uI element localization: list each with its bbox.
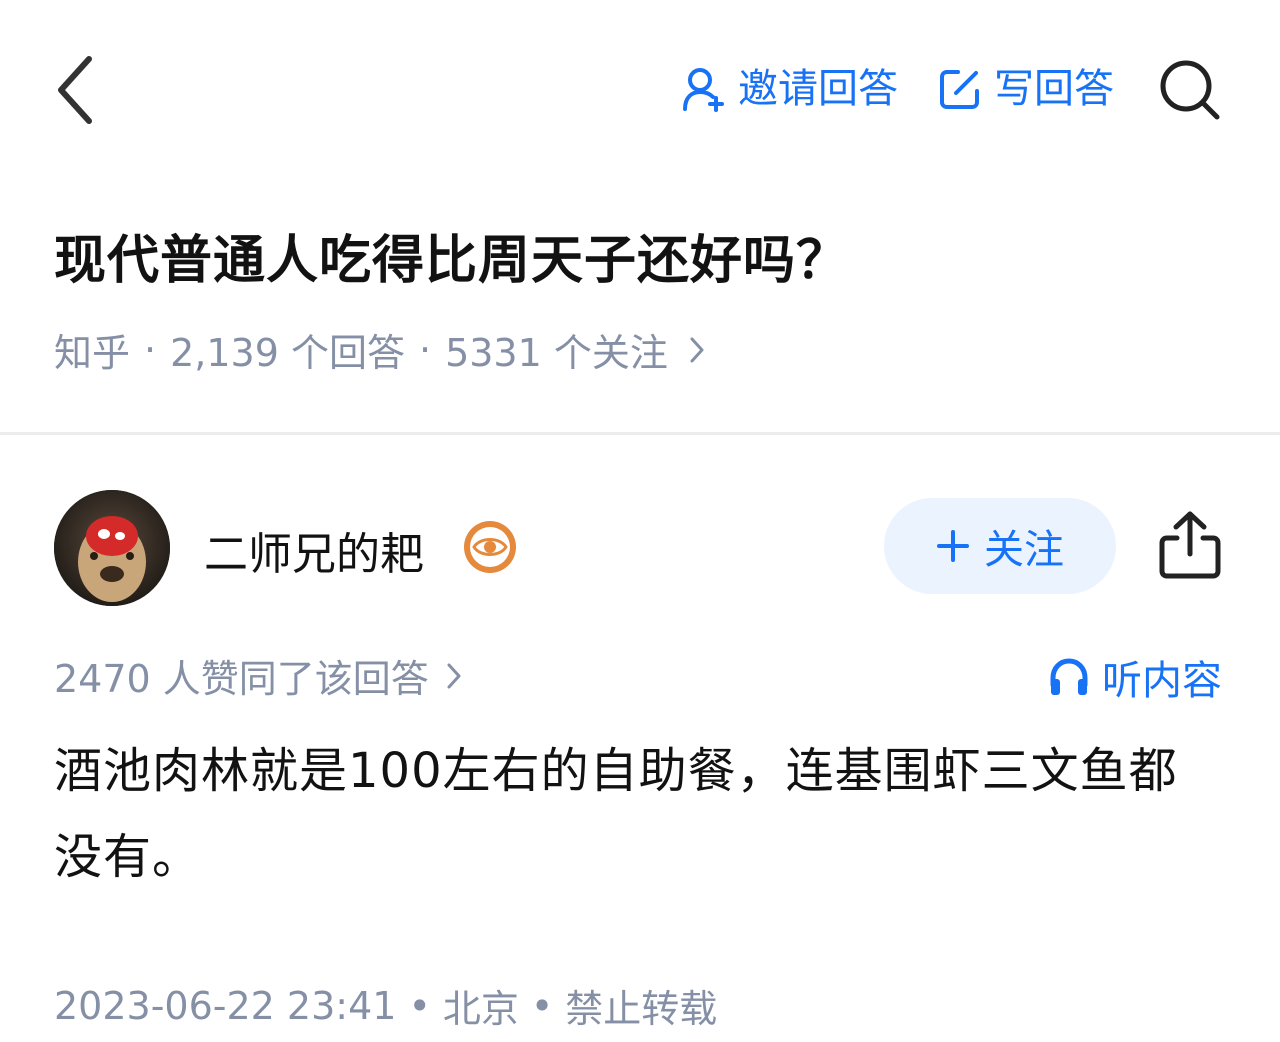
search-button[interactable] [1155, 55, 1225, 125]
follow-label: 关注 [984, 527, 1064, 573]
section-divider [0, 432, 1280, 435]
write-answer-label: 写回答 [994, 66, 1114, 112]
listen-button[interactable]: 听内容 [1048, 648, 1222, 706]
invite-answer-label: 邀请回答 [738, 66, 898, 112]
copyright-notice: 禁止转载 [565, 987, 718, 1031]
separator-dot: • [408, 983, 431, 1028]
avatar-image [54, 490, 170, 606]
write-answer-button[interactable]: 写回答 [938, 65, 1114, 113]
author-badge-icon [464, 521, 516, 573]
author-name[interactable]: 二师兄的耙 [204, 518, 424, 582]
upvote-count[interactable]: 2470 人赞同了该回答 [54, 648, 461, 703]
headphones-icon [1050, 658, 1088, 695]
edit-icon [940, 70, 979, 109]
plus-icon [937, 530, 969, 562]
question-title[interactable]: 现代普通人吃得比周天子还好吗？ [54, 218, 849, 293]
chevron-right-icon [690, 337, 704, 362]
share-button[interactable] [1150, 500, 1230, 590]
invite-answer-button[interactable]: 邀请回答 [682, 65, 898, 113]
follow-button[interactable]: 关注 [884, 498, 1116, 594]
invite-user-icon [683, 68, 724, 112]
answer-location: 北京 [442, 987, 519, 1031]
share-icon [1159, 511, 1221, 579]
chevron-left-icon [58, 56, 92, 124]
answer-meta: 2023-06-22 23:41 • 北京 • 禁止转载 [54, 978, 717, 1033]
answer-content[interactable]: 酒池肉林就是100左右的自助餐，连基围虾三文鱼都没有。 [54, 728, 1224, 900]
question-source: 知乎 [54, 331, 131, 375]
question-meta[interactable]: 知乎 · 2,139 个回答 · 5331 个关注 [54, 322, 704, 377]
separator-dot: · [144, 327, 157, 372]
listen-label: 听内容 [1102, 658, 1222, 704]
search-icon [1160, 60, 1220, 120]
chevron-right-icon [447, 663, 461, 688]
answer-count: 2,139 个回答 [170, 331, 405, 375]
back-button[interactable] [40, 50, 110, 130]
follower-count: 5331 个关注 [445, 331, 668, 375]
upvote-text: 2470 人赞同了该回答 [54, 657, 429, 701]
separator-dot: • [530, 983, 554, 1028]
separator-dot: · [418, 327, 432, 372]
answer-date: 2023-06-22 23:41 [54, 983, 397, 1028]
author-avatar[interactable] [54, 490, 170, 606]
